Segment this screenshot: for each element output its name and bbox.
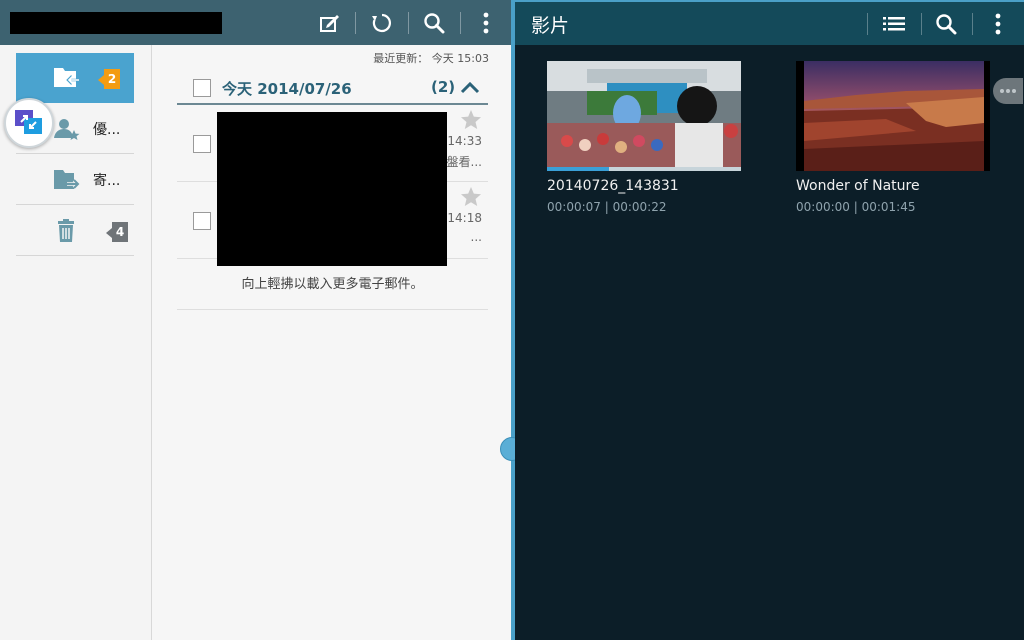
- video-title: Wonder of Nature: [796, 178, 920, 194]
- unread-count-badge: 2: [104, 69, 120, 89]
- trash-icon: [58, 219, 74, 242]
- folder-label: 寄...: [93, 173, 121, 189]
- mail-select-checkbox[interactable]: [193, 212, 211, 230]
- search-button[interactable]: [411, 0, 457, 45]
- video-app-pane: 影片 20140726_143831 00:00:07 | 00:00:22 W…: [515, 0, 1024, 640]
- mail-select-checkbox[interactable]: [193, 135, 211, 153]
- side-panel-handle[interactable]: [993, 78, 1023, 104]
- dot-icon: [1000, 89, 1004, 93]
- search-icon: [424, 12, 445, 33]
- group-select-checkbox[interactable]: [193, 79, 211, 97]
- video-duration: 00:00:00 | 00:01:45: [796, 200, 916, 214]
- crowd-scene-thumbnail: [547, 61, 741, 171]
- search-icon: [936, 13, 957, 34]
- more-vert-icon: [995, 13, 1001, 34]
- load-more-hint: 向上輕拂以載入更多電子郵件。: [177, 260, 488, 310]
- email-app-pane: 2 優... 寄... 4 最近更新： 今天 15:03 今天 2014/07/…: [0, 0, 511, 640]
- account-title-redacted: [10, 12, 222, 34]
- group-date: 今天 2014/07/26: [222, 80, 352, 98]
- folder-label: 優...: [93, 122, 121, 138]
- chevron-up-icon[interactable]: [459, 78, 481, 96]
- dot-icon: [1006, 89, 1010, 93]
- refresh-icon: [372, 13, 391, 32]
- split-screen: 2 優... 寄... 4 最近更新： 今天 15:03 今天 2014/07/…: [0, 0, 1024, 640]
- video-app-title: 影片: [531, 15, 570, 37]
- priority-sender-icon: [54, 119, 80, 140]
- playback-progress-fill: [547, 167, 610, 171]
- mail-content-redacted: [217, 112, 447, 266]
- video-toolbar: 影片: [515, 2, 1024, 45]
- star-icon[interactable]: [460, 109, 482, 131]
- multi-window-app-icon[interactable]: [4, 98, 54, 148]
- folder-inbox[interactable]: 2: [16, 53, 134, 103]
- mail-time: 14:33: [447, 134, 482, 148]
- group-count: (2): [431, 78, 456, 96]
- folder-trash[interactable]: 4: [16, 206, 134, 256]
- compose-button[interactable]: [307, 0, 353, 45]
- compose-icon: [320, 14, 339, 32]
- inbox-folder-icon: [54, 68, 79, 87]
- dot-icon: [1012, 89, 1016, 93]
- video-title: 20140726_143831: [547, 178, 679, 194]
- star-icon[interactable]: [460, 186, 482, 208]
- video-search-button[interactable]: [923, 2, 969, 45]
- mail-snippet: ...: [470, 230, 482, 244]
- folder-sent[interactable]: 寄...: [16, 155, 134, 205]
- list-view-button[interactable]: [871, 2, 917, 45]
- refresh-button[interactable]: [359, 0, 405, 45]
- more-vert-icon: [483, 12, 489, 33]
- email-toolbar: [0, 0, 511, 45]
- list-view-icon: [883, 16, 905, 30]
- mail-snippet: 盤看...: [446, 155, 482, 169]
- video-thumbnail[interactable]: [796, 61, 990, 171]
- video-duration: 00:00:07 | 00:00:22: [547, 200, 667, 214]
- playback-progress-track: [547, 167, 741, 171]
- last-update-text: 最近更新： 今天 15:03: [373, 52, 489, 65]
- sent-folder-icon: [54, 170, 80, 190]
- video-more-options-button[interactable]: [975, 2, 1021, 45]
- switch-window-icon: [15, 110, 42, 134]
- more-options-button[interactable]: [463, 0, 509, 45]
- trash-count-badge: 4: [112, 222, 128, 242]
- video-thumbnail[interactable]: [547, 61, 741, 171]
- mail-time: 14:18: [447, 211, 482, 225]
- date-group-header[interactable]: 今天 2014/07/26 (2): [177, 73, 488, 105]
- canyon-landscape-thumbnail: [796, 61, 990, 171]
